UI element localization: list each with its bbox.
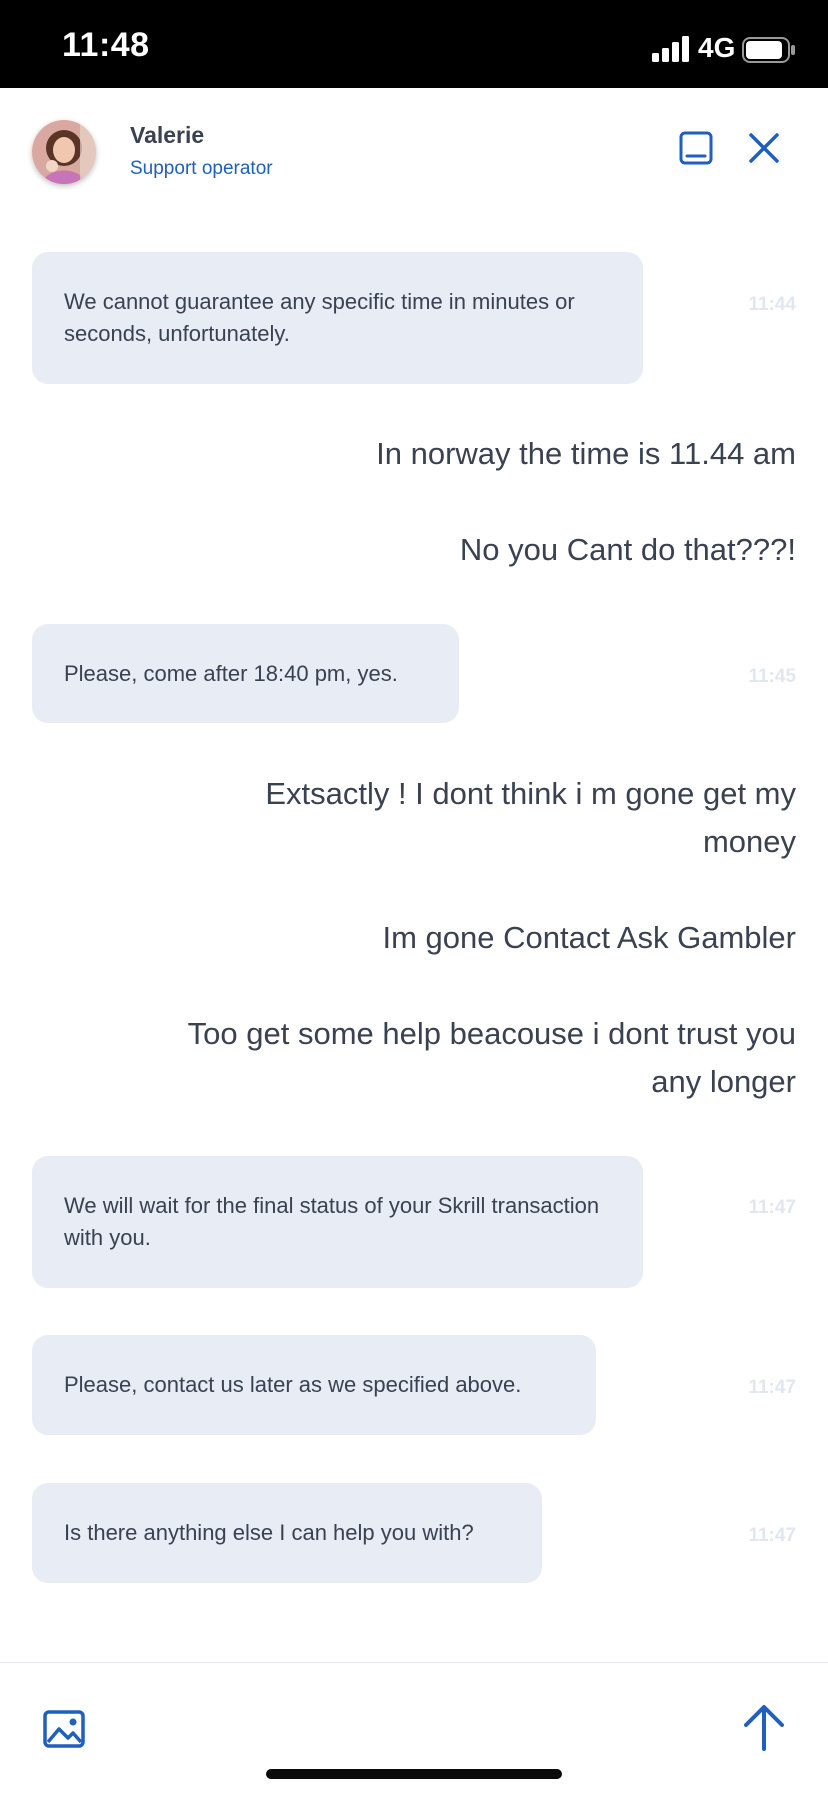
operator-message: We will wait for the final status of you… [32,1156,643,1288]
operator-message: Please, come after 18:40 pm, yes. [32,624,459,723]
message-time: 11:47 [748,1525,796,1546]
operator-message: Please, contact us later as we specified… [32,1335,596,1435]
avatar-photo [32,120,96,184]
send-arrow-icon[interactable] [742,1703,786,1751]
operator-message: Is there anything else I can help you wi… [32,1483,542,1583]
message-text: We will wait for the final status of you… [64,1193,600,1250]
user-message: Extsactly ! I dont think i m gone get my… [265,776,796,859]
image-attach-icon[interactable] [42,1709,86,1749]
message-text: We cannot guarantee any specific time in… [64,289,575,346]
message-time: 11:45 [748,666,796,687]
status-bar: 11:48 4G [0,0,828,88]
close-icon[interactable] [744,128,784,168]
signal-icon [652,36,689,62]
message-time: 11:44 [748,294,796,315]
message-text: Is there anything else I can help you wi… [64,1520,474,1545]
avatar [32,120,96,184]
status-time: 11:48 [62,26,150,64]
message-text: Please, contact us later as we specified… [64,1372,522,1397]
agent-role: Support operator [130,158,273,179]
operator-message: We cannot guarantee any specific time in… [32,252,643,384]
user-message: Im gone Contact Ask Gambler [382,920,796,955]
minimize-icon[interactable] [676,128,716,168]
agent-name: Valerie [130,122,205,148]
user-message: No you Cant do that???! [459,532,796,567]
network-type: 4G [698,32,736,63]
user-message: In norway the time is 11.44 am [376,436,796,471]
message-time: 11:47 [748,1197,796,1218]
battery-icon [742,37,795,63]
home-indicator[interactable] [266,1769,562,1779]
message-time: 11:47 [748,1377,796,1398]
message-text: Please, come after 18:40 pm, yes. [64,660,398,686]
chat-header: Valerie Support operator [0,88,828,218]
composer-bar [0,1662,828,1793]
user-message: Too get some help beacouse i dont trust … [187,1016,796,1099]
